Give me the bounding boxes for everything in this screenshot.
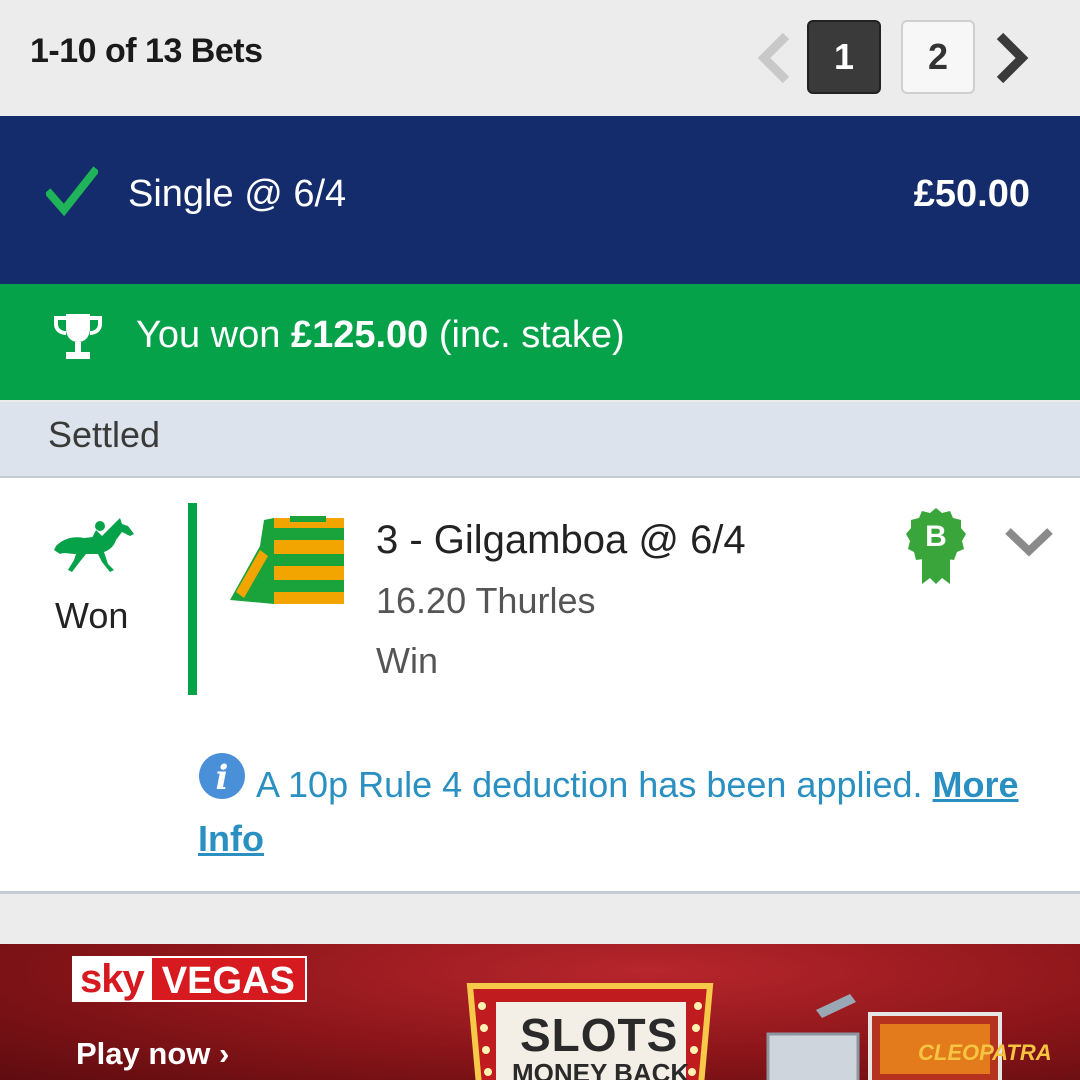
- game-tiles-graphic: [766, 994, 1002, 1080]
- rule4-notice: A 10p Rule 4 deduction has been applied.…: [198, 764, 1019, 859]
- play-now-link[interactable]: Play now ›: [76, 1036, 229, 1072]
- chevron-left-icon[interactable]: [752, 30, 798, 86]
- section-gap: [0, 894, 1080, 944]
- bet-count-label: 1-10 of 13 Bets: [30, 32, 263, 70]
- chevron-down-icon[interactable]: [1004, 525, 1054, 557]
- check-icon: [46, 166, 98, 217]
- trophy-icon: [54, 314, 102, 359]
- selection-name: 3 - Gilgamboa @ 6/4: [376, 518, 746, 562]
- jockey-silks-icon: [230, 516, 344, 604]
- result-label: Won: [55, 595, 129, 636]
- chevron-right-icon[interactable]: [988, 30, 1034, 86]
- game-name: CLEOPATRA: [918, 1040, 1052, 1065]
- status-bar: [0, 402, 1080, 478]
- boost-badge-icon: B: [906, 508, 966, 584]
- race-info: 16.20 Thurles: [376, 580, 596, 621]
- winnings-text: You won £125.00 (inc. stake): [136, 314, 625, 356]
- sky-vegas-logo: sky VEGAS: [72, 956, 307, 1002]
- status-label: Settled: [48, 414, 161, 455]
- boost-badge-letter: B: [925, 520, 947, 553]
- result-indicator-bar: [188, 503, 197, 695]
- bet-stake: £50.00: [913, 173, 1030, 215]
- market-info: Win: [376, 640, 438, 681]
- horse-icon: [54, 518, 134, 572]
- page-1-button[interactable]: 1: [807, 20, 881, 94]
- winnings-amount: £125.00: [290, 314, 429, 356]
- bet-type-label: Single @ 6/4: [128, 173, 347, 215]
- page-2-button[interactable]: 2: [901, 20, 975, 94]
- ad-headline: SLOTS: [520, 1009, 679, 1061]
- ad-subheadline: MONEY BACK: [512, 1058, 690, 1080]
